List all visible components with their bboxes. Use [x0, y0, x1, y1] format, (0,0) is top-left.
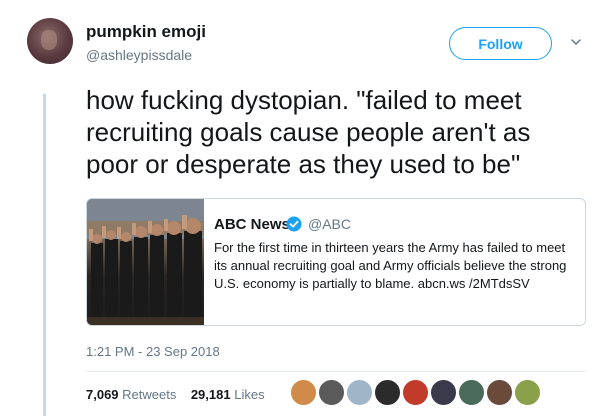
soldiers-photo: [87, 199, 204, 325]
retweets-stat[interactable]: 7,069 Retweets: [86, 387, 176, 402]
tweet-timestamp[interactable]: 1:21 PM - 23 Sep 2018: [86, 344, 220, 359]
divider: [86, 371, 586, 372]
liker-avatar[interactable]: [514, 379, 541, 406]
quoted-author-handle[interactable]: @ABC: [308, 216, 351, 232]
likes-count: 29,181: [190, 387, 231, 402]
chevron-down-icon[interactable]: [571, 38, 581, 46]
retweets-label: Retweets: [122, 387, 177, 402]
tweet-stats: 7,069 Retweets 29,181 Likes: [86, 387, 265, 402]
quoted-tweet-image[interactable]: [87, 199, 204, 325]
liker-avatar[interactable]: [290, 379, 317, 406]
liker-avatar[interactable]: [346, 379, 373, 406]
liker-avatar[interactable]: [402, 379, 429, 406]
follow-button-label: Follow: [478, 35, 523, 52]
thread-line: [43, 94, 46, 416]
likes-stat[interactable]: 29,181 Likes: [191, 387, 265, 402]
follow-button[interactable]: Follow: [449, 27, 552, 60]
liker-avatar[interactable]: [374, 379, 401, 406]
tweet-text: how fucking dystopian. "failed to meet r…: [86, 85, 531, 179]
likes-label: Likes: [234, 387, 265, 402]
liker-avatars: [290, 379, 542, 409]
liker-avatar[interactable]: [318, 379, 345, 406]
verified-badge-icon: [286, 216, 302, 232]
liker-avatar[interactable]: [486, 379, 513, 406]
quoted-author-name[interactable]: ABC News: [214, 216, 290, 233]
display-name[interactable]: pumpkin emoji: [86, 22, 206, 42]
liker-avatar[interactable]: [430, 379, 457, 406]
liker-avatar[interactable]: [458, 379, 485, 406]
avatar[interactable]: [27, 18, 73, 64]
quoted-tweet-text: For the first time in thirteen years the…: [214, 240, 567, 291]
user-handle[interactable]: @ashleypissdale: [86, 47, 192, 63]
quoted-tweet-card[interactable]: ABC News @ABC For the first time in thir…: [86, 198, 586, 326]
retweets-count: 7,069: [86, 387, 119, 402]
